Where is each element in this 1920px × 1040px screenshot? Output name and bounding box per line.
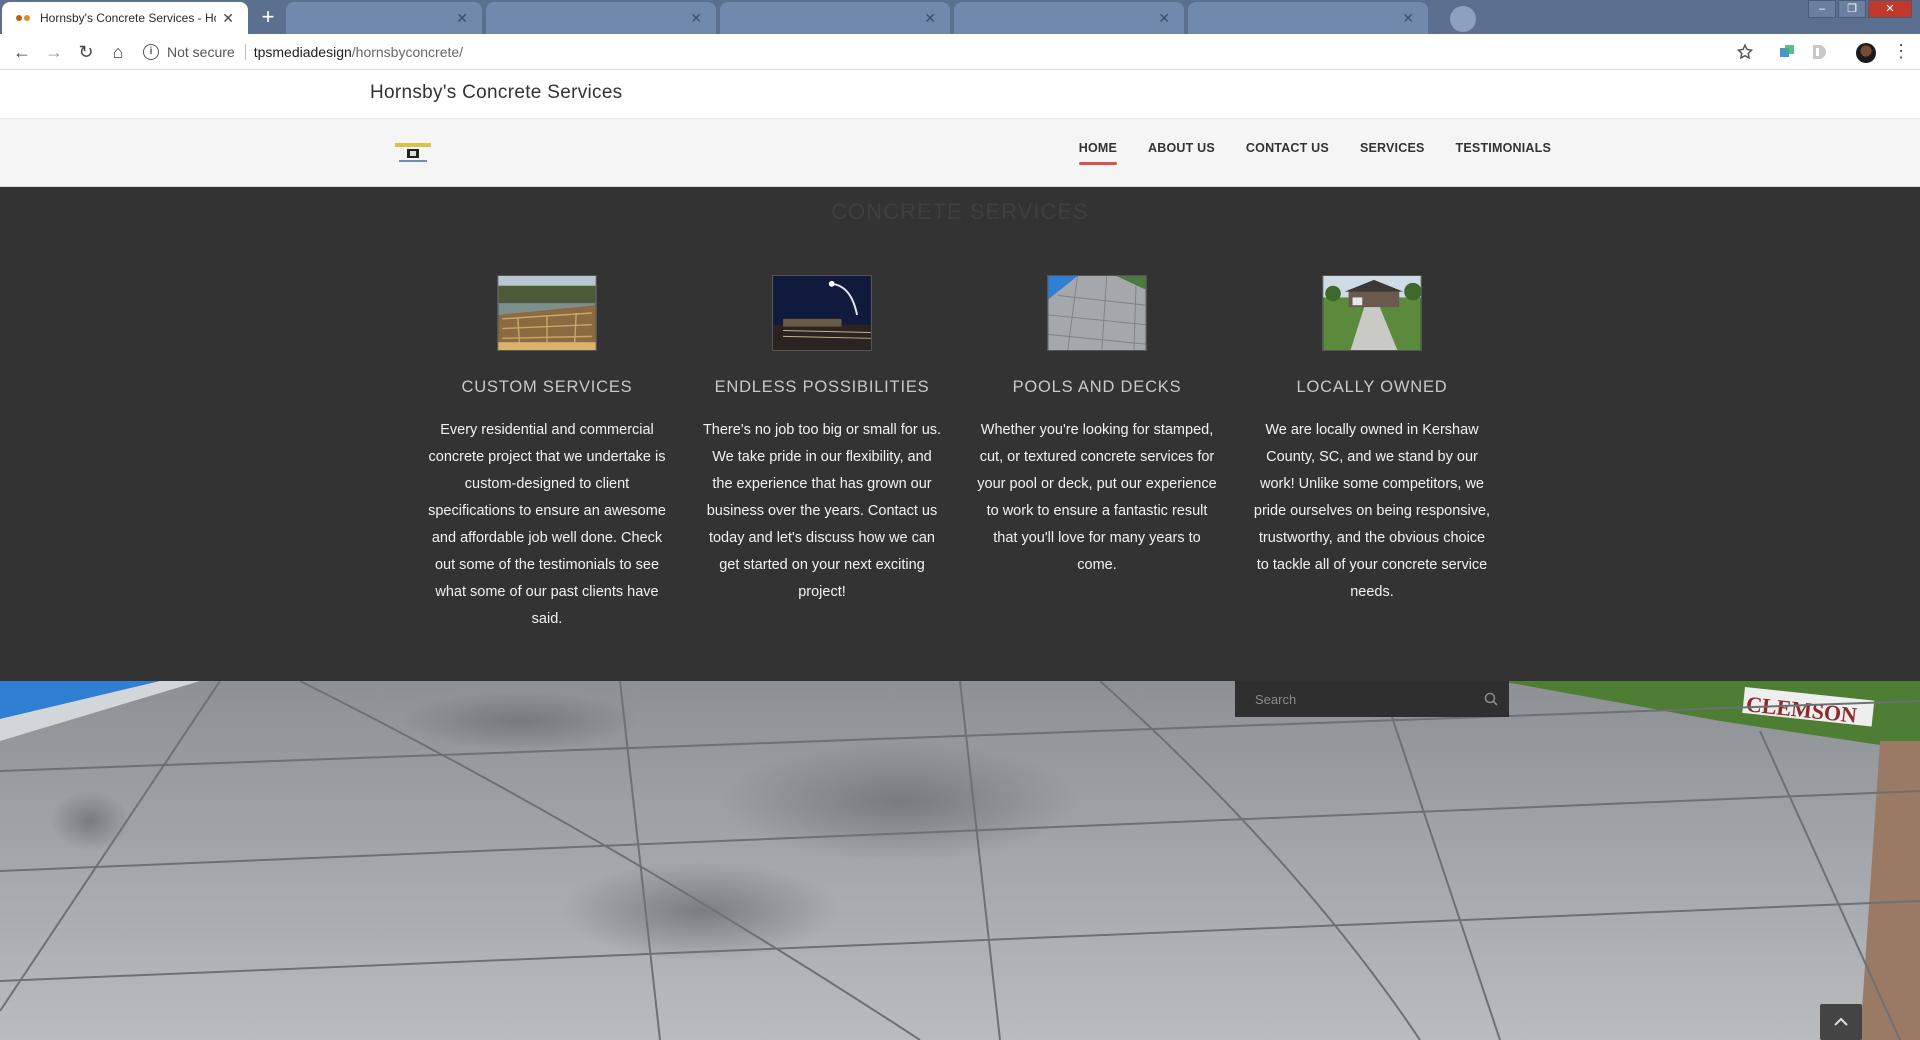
browser-tab-background[interactable]: ✕ [286,2,482,34]
nav-about-us[interactable]: ABOUT US [1148,141,1215,165]
tab-close-icon[interactable]: ✕ [456,10,468,27]
url-domain: tpsmediadesign [253,44,352,60]
extension-icon[interactable] [1778,43,1796,61]
tab-close-icon[interactable]: ✕ [1402,10,1414,27]
card-title: CUSTOM SERVICES [461,378,633,396]
main-navigation: HOME ABOUT US CONTACT US SERVICES TESTIM… [0,119,1920,187]
foundation-formwork-image [497,275,597,351]
new-tab-button[interactable]: + [256,6,280,30]
site-logo[interactable] [391,139,435,167]
pool-deck-image [1047,275,1147,351]
address-bar[interactable]: i Not secure tpsmediadesign/hornsbyconcr… [143,38,1763,66]
back-arrow-icon[interactable]: ← [12,42,32,62]
card-title: LOCALLY OWNED [1296,378,1448,396]
card-text: There's no job too big or small for us. … [702,422,942,600]
nav-home[interactable]: HOME [1078,141,1118,165]
card-title: ENDLESS POSSIBILITIES [714,378,930,396]
reload-icon[interactable]: ↻ [76,42,96,62]
info-icon[interactable]: i [143,44,159,60]
site-header: Hornsby's Concrete Services [0,70,1920,119]
restore-button[interactable]: ❐ [1838,0,1866,18]
window-controls: – ❐ ✕ [1806,0,1912,18]
security-label: Not secure [167,44,235,60]
minimize-button[interactable]: – [1808,0,1836,18]
home-icon[interactable]: ⌂ [108,42,128,62]
tab-close-icon[interactable]: ✕ [690,10,702,27]
card-text: Every residential and commercial concret… [428,422,666,627]
search-icon[interactable] [1473,681,1509,717]
chevron-up-icon [1834,1017,1848,1026]
browser-tab-background[interactable]: ✕ [954,2,1184,34]
nav-contact-us[interactable]: CONTACT US [1246,141,1329,165]
search-input[interactable] [1235,681,1473,717]
card-text: Whether you're looking for stamped, cut,… [977,422,1217,573]
nav-testimonials[interactable]: TESTIMONIALS [1456,141,1551,165]
browser-tab-background[interactable]: ✕ [1188,2,1428,34]
tab-title: Hornsby's Concrete Services - Ho [40,11,217,25]
section-heading: CONCRETE SERVICES [831,199,1089,224]
services-section: CONCRETE SERVICES CUSTOM SERVICES Every … [0,187,1920,681]
extension-d-icon[interactable] [1810,43,1828,61]
card-text: We are locally owned in Kershaw County, … [1253,422,1491,600]
forward-arrow-icon[interactable]: → [44,42,64,62]
browser-tab-strip: Hornsby's Concrete Services - Ho ✕ + ✕ ✕… [0,0,1920,34]
service-card: LOCALLY OWNED We are locally owned in Ke… [1248,275,1496,606]
service-card: CUSTOM SERVICES Every residential and co… [423,275,671,633]
service-card: POOLS AND DECKS Whether you're looking f… [973,275,1221,579]
house-driveway-image [1322,275,1422,351]
service-card: ENDLESS POSSIBILITIES There's no job too… [698,275,946,606]
browser-tab-background[interactable]: ✕ [486,2,716,34]
divider [244,44,246,60]
bookmark-star-icon[interactable] [1736,43,1754,61]
close-window-button[interactable]: ✕ [1868,0,1912,18]
tab-close-icon[interactable]: ✕ [924,10,936,27]
nav-menu: HOME ABOUT US CONTACT US SERVICES TESTIM… [1048,141,1551,165]
site-title[interactable]: Hornsby's Concrete Services [370,82,622,104]
browser-toolbar: ← → ↻ ⌂ i Not secure tpsmediadesign/horn… [0,34,1920,70]
browser-menu-icon[interactable]: ⋮ [1892,41,1910,61]
night-concrete-pour-image [772,275,872,351]
nav-services[interactable]: SERVICES [1360,141,1425,165]
tab-close-icon[interactable]: ✕ [1158,10,1170,27]
tab-close-icon[interactable]: ✕ [222,10,234,27]
scroll-to-top-button[interactable] [1820,1004,1862,1040]
hero-pool-deck-image: CLEMSON [0,681,1920,1040]
tab-profile-icon[interactable] [1450,6,1476,32]
search-form [1235,681,1509,717]
profile-avatar[interactable] [1856,43,1876,63]
card-title: POOLS AND DECKS [1012,378,1182,396]
site-favicon-icon [16,12,32,24]
browser-tab-active[interactable]: Hornsby's Concrete Services - Ho ✕ [2,2,248,34]
url-path: /hornsbyconcrete/ [351,44,464,60]
browser-tab-background[interactable]: ✕ [720,2,950,34]
